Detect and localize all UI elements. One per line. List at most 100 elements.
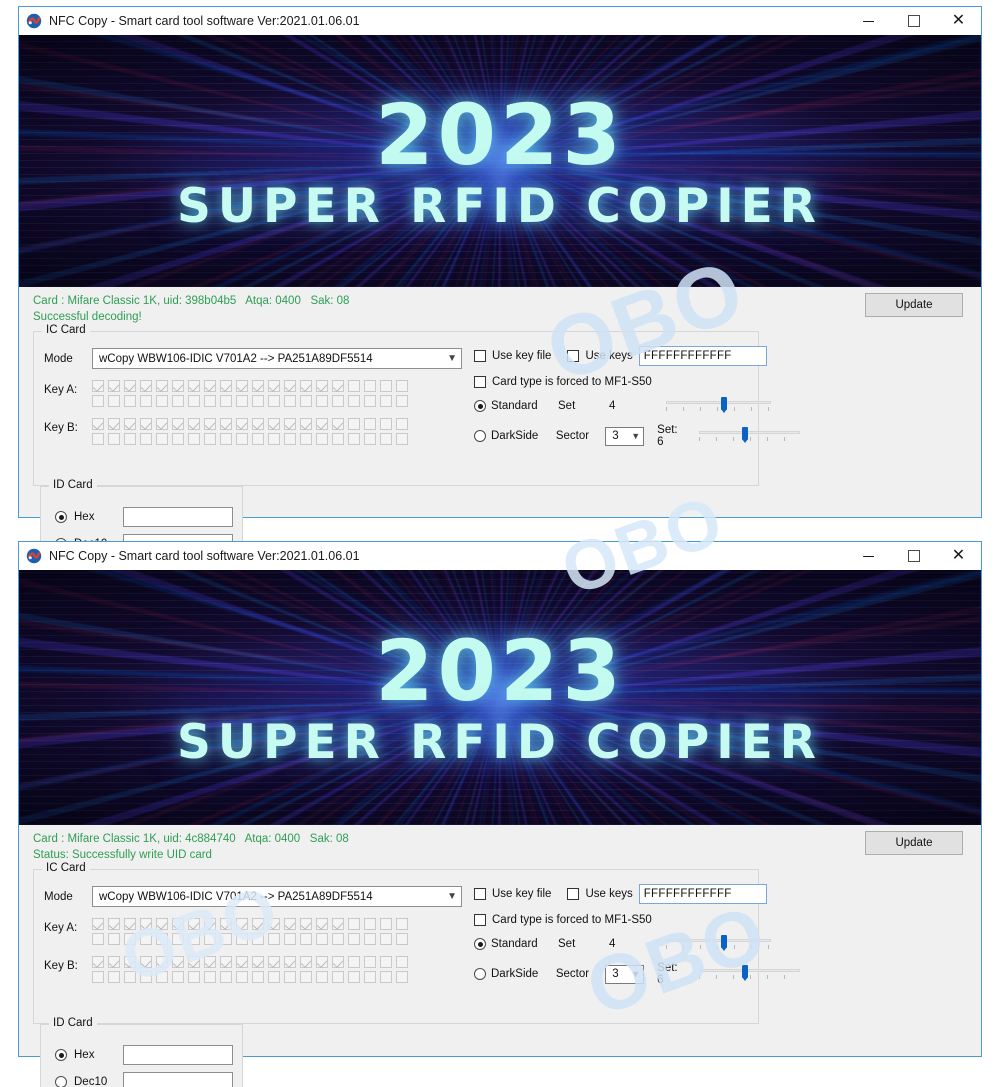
key-checkbox[interactable] bbox=[380, 971, 392, 983]
key-checkbox[interactable] bbox=[188, 933, 200, 945]
key-checkbox[interactable] bbox=[284, 380, 296, 392]
minimize-icon[interactable] bbox=[846, 7, 891, 35]
key-checkbox[interactable] bbox=[220, 918, 232, 930]
key-checkbox[interactable] bbox=[284, 956, 296, 968]
key-checkbox[interactable] bbox=[204, 918, 216, 930]
set-slider[interactable] bbox=[666, 397, 771, 415]
key-checkbox[interactable] bbox=[188, 433, 200, 445]
key-checkbox[interactable] bbox=[156, 918, 168, 930]
key-checkbox[interactable] bbox=[108, 918, 120, 930]
key-checkbox[interactable] bbox=[124, 380, 136, 392]
set-slider[interactable] bbox=[666, 935, 771, 953]
key-checkbox[interactable] bbox=[92, 380, 104, 392]
key-checkbox[interactable] bbox=[236, 418, 248, 430]
key-checkbox[interactable] bbox=[348, 933, 360, 945]
key-checkbox[interactable] bbox=[92, 433, 104, 445]
force-card-type-checkbox[interactable] bbox=[474, 914, 486, 926]
key-checkbox[interactable] bbox=[140, 956, 152, 968]
key-checkbox[interactable] bbox=[396, 971, 408, 983]
key-checkbox[interactable] bbox=[204, 933, 216, 945]
key-checkbox[interactable] bbox=[108, 933, 120, 945]
key-checkbox[interactable] bbox=[172, 433, 184, 445]
key-checkbox[interactable] bbox=[92, 971, 104, 983]
key-checkbox[interactable] bbox=[316, 433, 328, 445]
sector-slider[interactable] bbox=[699, 427, 801, 445]
mode-select[interactable]: wCopy WBW106-IDIC V701A2 --> PA251A89DF5… bbox=[92, 886, 462, 907]
key-checkbox[interactable] bbox=[140, 933, 152, 945]
key-checkbox[interactable] bbox=[204, 433, 216, 445]
key-checkbox[interactable] bbox=[236, 380, 248, 392]
key-checkbox[interactable] bbox=[124, 971, 136, 983]
key-checkbox[interactable] bbox=[300, 380, 312, 392]
key-checkbox[interactable] bbox=[348, 433, 360, 445]
key-checkbox[interactable] bbox=[252, 933, 264, 945]
standard-radio[interactable] bbox=[474, 938, 486, 950]
key-checkbox[interactable] bbox=[92, 395, 104, 407]
dec10-radio[interactable] bbox=[55, 1076, 67, 1087]
key-checkbox[interactable] bbox=[380, 433, 392, 445]
key-checkbox[interactable] bbox=[348, 395, 360, 407]
key-checkbox[interactable] bbox=[364, 418, 376, 430]
key-checkbox[interactable] bbox=[252, 380, 264, 392]
key-checkbox[interactable] bbox=[108, 380, 120, 392]
key-checkbox[interactable] bbox=[268, 933, 280, 945]
key-checkbox[interactable] bbox=[332, 433, 344, 445]
key-checkbox[interactable] bbox=[252, 971, 264, 983]
key-checkbox[interactable] bbox=[332, 380, 344, 392]
key-checkbox[interactable] bbox=[300, 433, 312, 445]
key-checkbox[interactable] bbox=[300, 956, 312, 968]
key-checkbox[interactable] bbox=[140, 380, 152, 392]
key-checkbox[interactable] bbox=[284, 933, 296, 945]
key-checkbox[interactable] bbox=[396, 956, 408, 968]
darkside-radio[interactable] bbox=[474, 430, 486, 442]
key-checkbox[interactable] bbox=[332, 971, 344, 983]
hex-input[interactable] bbox=[123, 1045, 233, 1065]
key-checkbox[interactable] bbox=[236, 933, 248, 945]
key-checkbox[interactable] bbox=[380, 395, 392, 407]
key-checkbox[interactable] bbox=[396, 395, 408, 407]
key-checkbox[interactable] bbox=[364, 956, 376, 968]
key-checkbox[interactable] bbox=[140, 395, 152, 407]
key-checkbox[interactable] bbox=[156, 395, 168, 407]
key-checkbox[interactable] bbox=[188, 418, 200, 430]
key-checkbox[interactable] bbox=[252, 956, 264, 968]
key-checkbox[interactable] bbox=[396, 918, 408, 930]
hex-input[interactable] bbox=[123, 507, 233, 527]
key-checkbox[interactable] bbox=[348, 918, 360, 930]
key-checkbox[interactable] bbox=[268, 918, 280, 930]
key-checkbox[interactable] bbox=[332, 918, 344, 930]
key-checkbox[interactable] bbox=[124, 933, 136, 945]
key-checkbox[interactable] bbox=[300, 971, 312, 983]
keys-input[interactable]: FFFFFFFFFFFF bbox=[638, 346, 767, 366]
key-checkbox[interactable] bbox=[348, 971, 360, 983]
key-checkbox[interactable] bbox=[236, 395, 248, 407]
key-checkbox[interactable] bbox=[220, 933, 232, 945]
key-checkbox[interactable] bbox=[124, 956, 136, 968]
key-checkbox[interactable] bbox=[284, 918, 296, 930]
key-checkbox[interactable] bbox=[188, 971, 200, 983]
key-checkbox[interactable] bbox=[284, 971, 296, 983]
key-checkbox[interactable] bbox=[204, 418, 216, 430]
key-checkbox[interactable] bbox=[348, 418, 360, 430]
force-card-type-checkbox[interactable] bbox=[474, 376, 486, 388]
key-checkbox[interactable] bbox=[220, 956, 232, 968]
key-checkbox[interactable] bbox=[364, 395, 376, 407]
key-checkbox[interactable] bbox=[268, 380, 280, 392]
key-checkbox[interactable] bbox=[380, 918, 392, 930]
sector-select[interactable]: 3 ▼ bbox=[605, 964, 645, 984]
key-checkbox[interactable] bbox=[220, 433, 232, 445]
key-checkbox[interactable] bbox=[380, 418, 392, 430]
darkside-radio[interactable] bbox=[474, 968, 486, 980]
key-checkbox[interactable] bbox=[380, 933, 392, 945]
key-checkbox[interactable] bbox=[156, 956, 168, 968]
key-checkbox[interactable] bbox=[108, 395, 120, 407]
key-checkbox[interactable] bbox=[140, 433, 152, 445]
key-checkbox[interactable] bbox=[268, 433, 280, 445]
key-checkbox[interactable] bbox=[92, 933, 104, 945]
minimize-icon[interactable] bbox=[846, 542, 891, 570]
key-checkbox[interactable] bbox=[156, 380, 168, 392]
key-checkbox[interactable] bbox=[236, 918, 248, 930]
key-checkbox[interactable] bbox=[380, 956, 392, 968]
key-checkbox[interactable] bbox=[140, 918, 152, 930]
key-checkbox[interactable] bbox=[364, 433, 376, 445]
